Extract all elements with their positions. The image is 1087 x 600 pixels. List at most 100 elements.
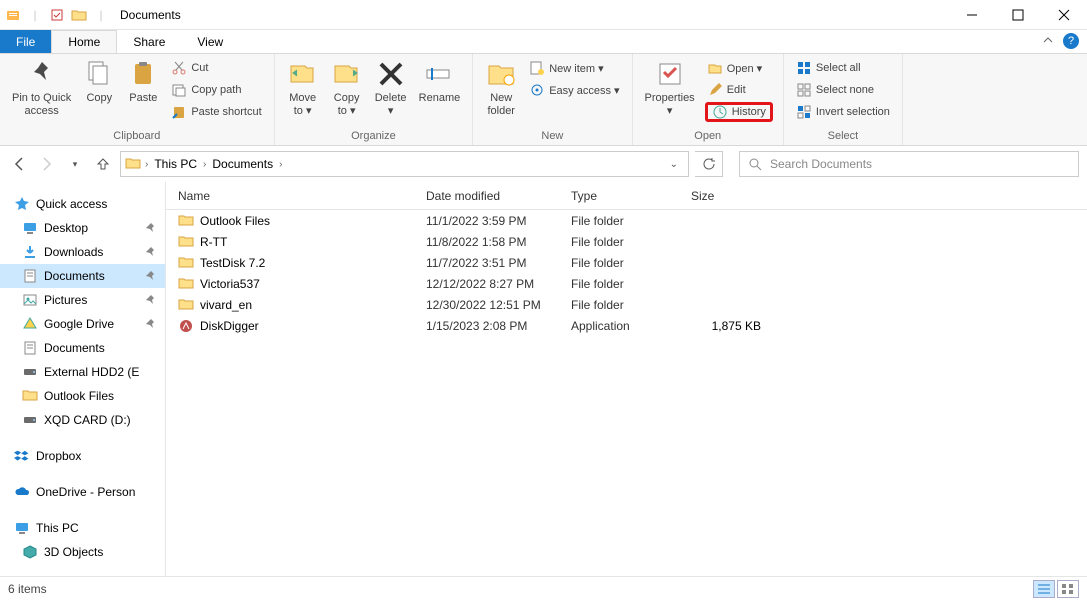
sidebar-item[interactable]: Pictures	[0, 288, 165, 312]
maximize-button[interactable]	[995, 0, 1041, 30]
table-row[interactable]: Outlook Files11/1/2022 3:59 PMFile folde…	[166, 210, 1087, 231]
file-name: vivard_en	[200, 298, 252, 312]
file-name: Victoria537	[200, 277, 260, 291]
tab-share[interactable]: Share	[117, 30, 181, 53]
table-row[interactable]: vivard_en12/30/2022 12:51 PMFile folder	[166, 294, 1087, 315]
history-button[interactable]: History	[705, 102, 773, 122]
sidebar-item[interactable]: Desktop	[0, 216, 165, 240]
column-size[interactable]: Size	[691, 189, 771, 203]
sidebar-item[interactable]: Google Drive	[0, 312, 165, 336]
table-row[interactable]: DiskDigger1/15/2023 2:08 PMApplication1,…	[166, 315, 1087, 336]
new-folder-button[interactable]: New folder	[479, 56, 523, 118]
table-row[interactable]: R-TT11/8/2022 1:58 PMFile folder	[166, 231, 1087, 252]
file-icon	[178, 318, 194, 334]
properties-icon	[654, 58, 686, 90]
tab-view[interactable]: View	[181, 30, 239, 53]
refresh-button[interactable]	[695, 151, 723, 177]
sidebar-item-icon	[22, 364, 38, 380]
edit-button[interactable]: Edit	[705, 80, 773, 100]
file-type: File folder	[571, 235, 691, 249]
sidebar-this-pc[interactable]: This PC	[0, 516, 165, 540]
invert-selection-button[interactable]: Invert selection	[794, 102, 892, 122]
details-view-button[interactable]	[1033, 580, 1055, 598]
sidebar-item-3d-objects[interactable]: 3D Objects	[0, 540, 165, 564]
pc-icon	[14, 520, 30, 536]
sidebar-onedrive[interactable]: OneDrive - Person	[0, 480, 165, 504]
sidebar-item[interactable]: Documents	[0, 336, 165, 360]
copy-path-button[interactable]: Copy path	[169, 80, 263, 100]
file-list: Name Date modified Type Size Outlook Fil…	[166, 182, 1087, 576]
address-dropdown-icon[interactable]: ⌄	[664, 159, 684, 170]
collapse-ribbon-icon[interactable]	[1041, 33, 1057, 49]
paste-shortcut-button[interactable]: Paste shortcut	[169, 102, 263, 122]
move-to-button[interactable]: Move to ▾	[281, 56, 325, 118]
file-type: Application	[571, 319, 691, 333]
sidebar-item[interactable]: Outlook Files	[0, 384, 165, 408]
pin-icon	[145, 270, 157, 282]
delete-button[interactable]: Delete ▾	[369, 56, 413, 118]
pin-to-quick-access-button[interactable]: Pin to Quick access	[6, 56, 77, 118]
help-icon[interactable]: ?	[1063, 33, 1079, 49]
status-bar: 6 items	[0, 576, 1087, 600]
file-icon	[178, 276, 194, 292]
forward-button[interactable]	[36, 153, 58, 175]
dropbox-icon	[14, 448, 30, 464]
search-input[interactable]: Search Documents	[739, 151, 1079, 177]
delete-icon	[375, 58, 407, 90]
file-type: File folder	[571, 298, 691, 312]
sidebar-item[interactable]: Downloads	[0, 240, 165, 264]
back-button[interactable]	[8, 153, 30, 175]
properties-icon[interactable]	[48, 6, 66, 24]
table-row[interactable]: TestDisk 7.211/7/2022 3:51 PMFile folder	[166, 252, 1087, 273]
paste-button[interactable]: Paste	[121, 56, 165, 105]
group-label-select: Select	[790, 128, 896, 145]
cut-button[interactable]: Cut	[169, 58, 263, 78]
close-button[interactable]	[1041, 0, 1087, 30]
sidebar-item[interactable]: Documents	[0, 264, 165, 288]
sidebar-item-label: XQD CARD (D:)	[44, 413, 131, 427]
large-icons-view-button[interactable]	[1057, 580, 1079, 598]
open-button[interactable]: Open ▾	[705, 58, 773, 78]
file-type: File folder	[571, 277, 691, 291]
table-row[interactable]: Victoria53712/12/2022 8:27 PMFile folder	[166, 273, 1087, 294]
folder-icon[interactable]	[70, 6, 88, 24]
sidebar-item-label: External HDD2 (E	[44, 365, 139, 379]
chevron-right-icon[interactable]: ›	[143, 159, 150, 170]
tab-home[interactable]: Home	[51, 30, 117, 53]
copy-icon	[83, 58, 115, 90]
edit-icon	[707, 82, 723, 98]
sidebar-quick-access[interactable]: Quick access	[0, 192, 165, 216]
easy-access-button[interactable]: Easy access ▾	[527, 80, 621, 100]
star-icon	[14, 196, 30, 212]
sidebar-item-label: Pictures	[44, 293, 87, 307]
column-date[interactable]: Date modified	[426, 189, 571, 203]
qat-divider: |	[92, 6, 110, 24]
column-name[interactable]: Name	[166, 189, 426, 203]
sidebar-item-icon	[22, 340, 38, 356]
minimize-button[interactable]	[949, 0, 995, 30]
properties-button[interactable]: Properties ▾	[639, 56, 701, 118]
sidebar-item-icon	[22, 268, 38, 284]
navigation-pane[interactable]: Quick access DesktopDownloadsDocumentsPi…	[0, 182, 166, 576]
recent-locations-button[interactable]: ▾	[64, 153, 86, 175]
crumb-this-pc[interactable]: This PC	[152, 157, 199, 171]
pin-icon	[145, 318, 157, 330]
sidebar-dropbox[interactable]: Dropbox	[0, 444, 165, 468]
select-all-button[interactable]: Select all	[794, 58, 892, 78]
sidebar-item[interactable]: External HDD2 (E	[0, 360, 165, 384]
column-type[interactable]: Type	[571, 189, 691, 203]
address-bar[interactable]: › This PC › Documents › ⌄	[120, 151, 689, 177]
copy-to-button[interactable]: Copy to ▾	[325, 56, 369, 118]
sidebar-item[interactable]: XQD CARD (D:)	[0, 408, 165, 432]
crumb-documents[interactable]: Documents	[210, 157, 275, 171]
file-name: DiskDigger	[200, 319, 259, 333]
copy-button[interactable]: Copy	[77, 56, 121, 105]
select-none-button[interactable]: Select none	[794, 80, 892, 100]
new-item-button[interactable]: New item ▾	[527, 58, 621, 78]
chevron-right-icon[interactable]: ›	[277, 159, 284, 170]
file-size: 1,875 KB	[691, 319, 771, 333]
rename-button[interactable]: Rename	[413, 56, 467, 105]
chevron-right-icon[interactable]: ›	[201, 159, 208, 170]
tab-file[interactable]: File	[0, 30, 51, 53]
up-button[interactable]	[92, 153, 114, 175]
